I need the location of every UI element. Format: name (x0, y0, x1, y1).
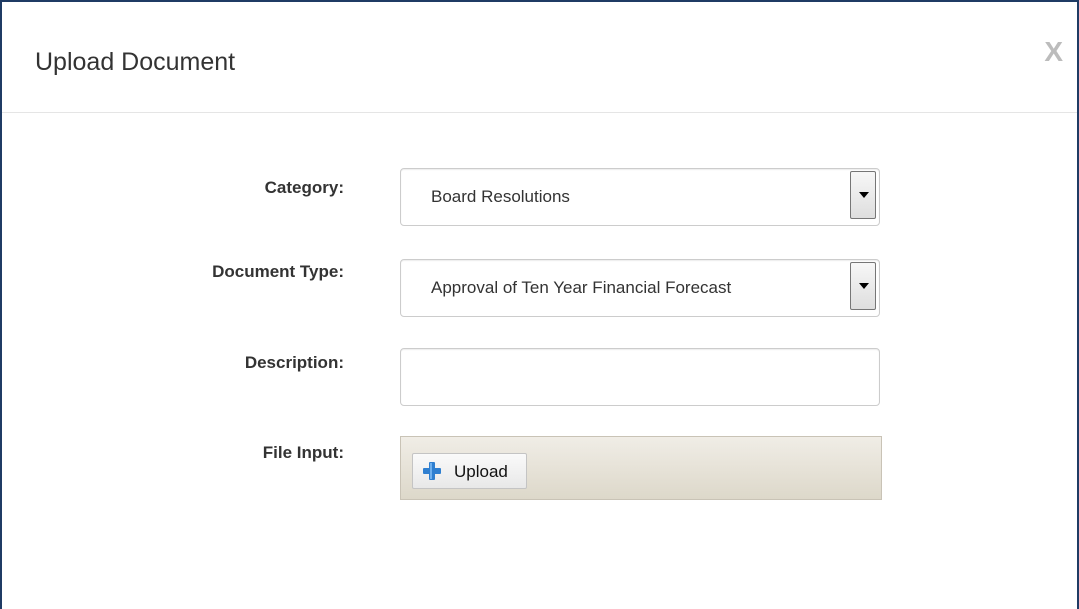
category-dropdown-button[interactable] (850, 171, 876, 219)
close-button[interactable]: X (1044, 32, 1063, 72)
dialog-header: Upload Document X (2, 2, 1077, 113)
category-selected-value: Board Resolutions (431, 187, 570, 206)
plus-icon (423, 462, 441, 480)
category-label: Category: (264, 178, 344, 197)
chevron-down-icon (859, 192, 869, 198)
upload-button-label: Upload (454, 462, 508, 481)
document-type-dropdown-button[interactable] (850, 262, 876, 310)
document-type-label: Document Type: (212, 262, 344, 281)
upload-document-dialog: Upload Document X Category: Board Resolu… (0, 0, 1079, 609)
document-type-selected-value: Approval of Ten Year Financial Forecast (431, 278, 732, 297)
document-type-select[interactable]: Approval of Ten Year Financial Forecast (400, 259, 880, 317)
category-select[interactable]: Board Resolutions (400, 168, 880, 226)
file-input-label: File Input: (262, 443, 344, 462)
upload-button[interactable]: Upload (412, 453, 527, 489)
dialog-title: Upload Document (35, 48, 236, 76)
description-label: Description: (244, 353, 344, 372)
chevron-down-icon (859, 283, 869, 289)
file-upload-area: Upload (400, 436, 882, 500)
description-input[interactable] (400, 348, 880, 406)
